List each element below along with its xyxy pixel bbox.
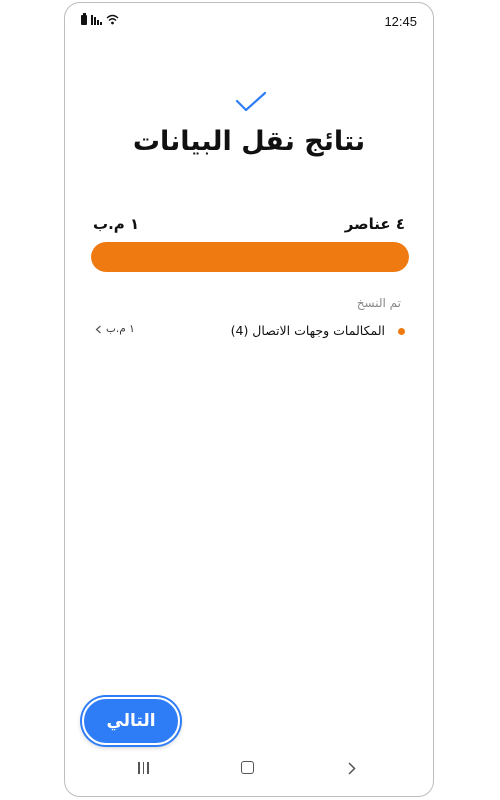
category-size: ١ م.ب bbox=[95, 323, 135, 335]
battery-icon bbox=[81, 13, 87, 25]
transfer-progress-bar bbox=[91, 242, 409, 272]
back-button[interactable] bbox=[347, 762, 356, 775]
recent-apps-button[interactable] bbox=[138, 762, 149, 774]
items-count: ٤ عناصر bbox=[344, 215, 405, 233]
check-icon bbox=[235, 91, 267, 112]
status-dot bbox=[398, 328, 405, 335]
home-button[interactable] bbox=[241, 761, 254, 774]
summary-row: ٤ عناصر ١ م.ب bbox=[93, 215, 405, 237]
status-bar: 12:45 bbox=[65, 3, 433, 37]
chevron-left-icon bbox=[95, 325, 101, 333]
signal-icon bbox=[91, 15, 102, 25]
total-size: ١ م.ب bbox=[93, 215, 140, 233]
transfer-progress-fill bbox=[91, 242, 409, 272]
category-size-label: ١ م.ب bbox=[106, 323, 135, 335]
status-time: 12:45 bbox=[384, 14, 417, 29]
next-button[interactable]: التالي bbox=[82, 697, 180, 745]
category-row-calls-contacts[interactable]: المكالمات وجهات الاتصال (4) ١ م.ب bbox=[95, 321, 405, 343]
category-name: المكالمات وجهات الاتصال (4) bbox=[230, 323, 385, 338]
page-title: نتائج نقل البيانات bbox=[132, 126, 366, 157]
section-label-copied: تم النسخ bbox=[356, 296, 401, 310]
phone-frame: 12:45 نتائج نقل البيانات ٤ عناصر ١ م.ب ت… bbox=[64, 2, 434, 797]
wifi-icon bbox=[106, 14, 119, 25]
status-icons bbox=[81, 13, 119, 25]
navigation-bar bbox=[65, 746, 433, 796]
